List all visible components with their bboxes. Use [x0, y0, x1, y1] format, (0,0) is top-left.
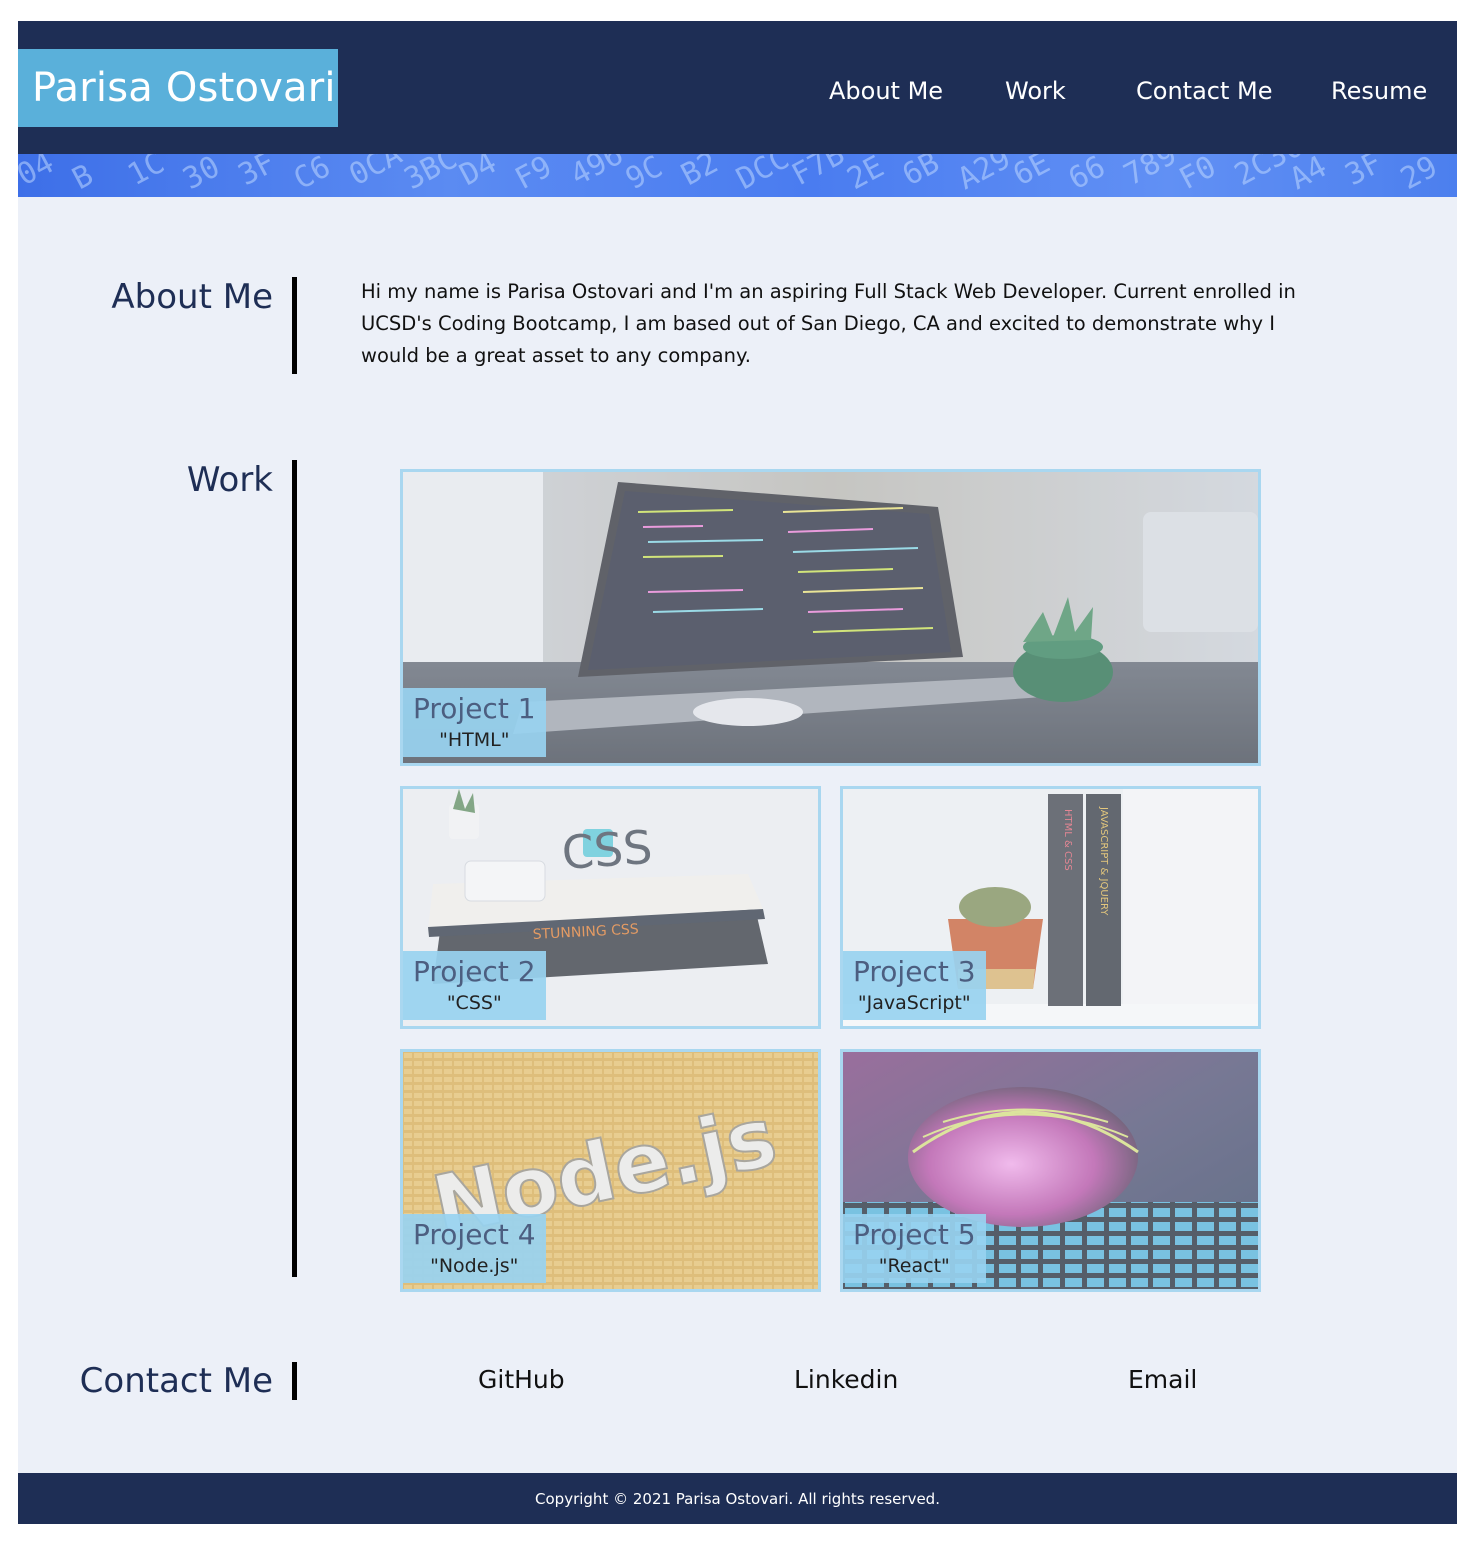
banner-glyph: 9C [620, 154, 668, 197]
banner-glyph: DCC [731, 154, 795, 197]
about-section-title: About Me [111, 277, 273, 317]
page: Parisa Ostovari About Me Work Contact Me… [18, 21, 1457, 1524]
banner-glyph: 66 [1063, 154, 1111, 197]
banner-glyph: 04 [18, 154, 60, 193]
site-footer: Copyright © 2021 Parisa Ostovari. All ri… [18, 1473, 1457, 1524]
banner-glyph: 6E [1008, 154, 1056, 193]
project-title: Project 5 [853, 1218, 976, 1251]
project-card[interactable]: CSS STUNNING CSS Project 2 "CSS" [400, 786, 821, 1029]
copyright-text: Copyright © 2021 Parisa Ostovari. All ri… [535, 1489, 940, 1508]
banner-glyph: A29 [952, 154, 1016, 197]
project-subtitle: "CSS" [446, 992, 502, 1014]
main-nav: About Me Work Contact Me Resume [18, 77, 1457, 117]
project-subtitle: "JavaScript" [857, 992, 971, 1014]
banner-glyph: B2 [675, 154, 723, 193]
banner-glyph: 6B [897, 154, 945, 193]
nav-about-me-link[interactable]: About Me [829, 77, 943, 105]
work-section-title: Work [186, 460, 273, 500]
project-subtitle: "Node.js" [430, 1255, 519, 1277]
nav-work-link[interactable]: Work [1005, 77, 1066, 105]
site-header: Parisa Ostovari About Me Work Contact Me… [18, 21, 1457, 154]
banner-glyph: 0CA [343, 154, 407, 193]
project-label: Project 5 "React" [843, 1214, 986, 1283]
banner-glyph: 30 [177, 154, 225, 197]
project-title: Project 4 [413, 1218, 536, 1251]
contact-section-title: Contact Me [79, 1361, 273, 1401]
banner-glyph: B [67, 158, 99, 197]
contact-divider [292, 1362, 297, 1400]
github-link[interactable]: GitHub [478, 1365, 565, 1394]
banner-glyph: 3F [1340, 154, 1388, 193]
project-label: Project 4 "Node.js" [403, 1214, 546, 1283]
project-subtitle: "React" [878, 1255, 950, 1277]
project-subtitle: "HTML" [439, 729, 510, 751]
nav-contact-me-link[interactable]: Contact Me [1136, 77, 1272, 105]
banner-glyph: D4 [454, 154, 502, 193]
project-title: Project 2 [413, 955, 536, 988]
project-card[interactable]: Project 5 "React" [840, 1049, 1261, 1292]
work-divider [292, 460, 297, 1277]
banner-glyph: 3BC [399, 154, 463, 197]
banner-glyph: 1C [122, 154, 170, 193]
project-title: Project 3 [853, 955, 976, 988]
nav-resume-link[interactable]: Resume [1331, 77, 1427, 105]
banner-glyph: F0 [1174, 154, 1222, 197]
project-card[interactable]: Node.js Project 4 "Node.js" [400, 1049, 821, 1292]
banner-glyph: 496 [565, 154, 629, 193]
banner-glyph: F7B [786, 154, 850, 193]
banner-glyph: 2E [842, 154, 890, 197]
banner-glyph: C6 [288, 154, 336, 197]
hex-code-pattern-image: 04 B 1C 30 3F C6 0CA3BCD4 F9 4969C B2 DCCF7B2E 6B A2… [18, 154, 1443, 197]
banner-glyph: 29 [1395, 154, 1443, 197]
project-card[interactable]: Project 1 "HTML" [400, 469, 1261, 766]
hero-banner: 04 B 1C 30 3F C6 0CA 3BC D4 F9 496 9C B2 DCC F7B 2E 6B A2… [18, 154, 1457, 197]
linkedin-link[interactable]: Linkedin [794, 1365, 898, 1394]
project-label: Project 1 "HTML" [403, 688, 546, 757]
banner-glyph: F9 [509, 154, 557, 197]
about-text: Hi my name is Parisa Ostovari and I'm an… [361, 280, 1296, 367]
email-link[interactable]: Email [1128, 1365, 1197, 1394]
project-label: Project 2 "CSS" [403, 951, 546, 1020]
banner-glyph: 789 [1118, 154, 1182, 193]
about-divider [292, 277, 297, 374]
project-card[interactable]: HTML & CSS JAVASCRIPT & JQUERY Project 3… [840, 786, 1261, 1029]
project-title: Project 1 [413, 692, 536, 725]
project-label: Project 3 "JavaScript" [843, 951, 986, 1020]
banner-glyph: 3F [233, 154, 281, 193]
